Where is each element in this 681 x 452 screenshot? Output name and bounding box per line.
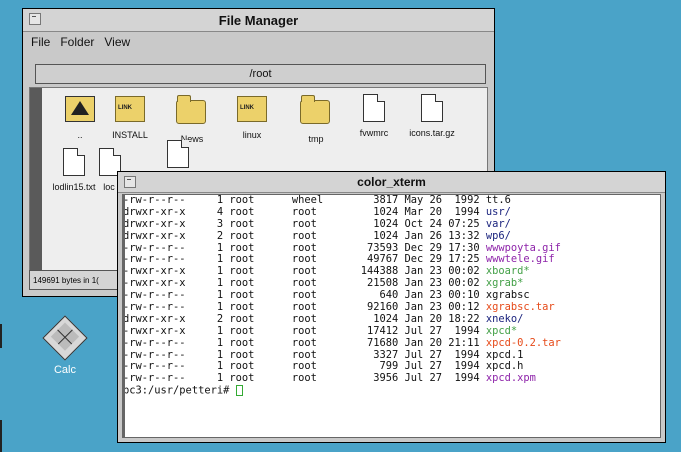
menu-view[interactable]: View [104,35,130,49]
file-info: -rw-r--r-- 1 root root 799 Jul 27 1994 [123,360,486,373]
shell-prompt: pc3:/usr/petteri# [123,384,236,397]
document-icon [421,94,443,122]
file-info: drwxr-xr-x 3 root root 1024 Oct 24 07:25 [123,217,486,230]
file-info: -rw-r--r-- 1 root root 71680 Jan 20 21:1… [123,336,486,349]
current-path: /root [249,68,272,80]
file-name: INSTALL [112,130,148,140]
xterm-titlebar[interactable]: color_xterm [118,172,665,193]
terminal-scrollbar[interactable] [123,195,125,437]
parent-folder-icon [65,96,95,122]
menu-file[interactable]: File [31,35,50,49]
terminal-output[interactable]: -rw-r--r-- 1 root wheel 3817 May 26 1992… [122,194,661,438]
file-item[interactable]: LINK INSTALL [100,94,160,140]
document-icon [363,94,385,122]
symlink-icon: LINK [115,96,145,122]
folder-icon [300,95,330,124]
file-info: -rw-r--r-- 1 root root 3327 Jul 27 1994 [123,348,486,361]
file-info: -rw-r--r-- 1 root root 92160 Jan 23 00:1… [123,301,486,314]
file-info: -rwxr-xr-x 1 root root 21508 Jan 23 00:0… [123,277,486,290]
file-name: .. [77,130,83,140]
listing-filename: xgrabsc.tar [485,301,555,314]
file-name: icons.tar.gz [409,128,455,138]
file-item[interactable]: LINK linux [222,94,282,140]
menu-folder[interactable]: Folder [60,35,94,49]
document-icon [63,148,85,176]
listing-filename: wp6/ [485,229,511,242]
listing-filename: xneko/ [485,312,524,325]
file-info: -rw-r--r-- 1 root root 3956 Jul 27 1994 [123,372,486,385]
file-info: -rw-r--r-- 1 root root 640 Jan 23 00:10 [123,289,486,302]
file-info: drwxr-xr-x 4 root root 1024 Mar 20 1994 [123,205,486,218]
file-info: -rwxr-xr-x 1 root root 17412 Jul 27 1994 [123,324,486,337]
listing-filename: var/ [485,217,511,230]
listing-filename: wwwtele.gif [485,253,555,266]
document-icon [167,140,189,168]
file-item[interactable]: tmp [286,94,346,144]
status-bar: 149691 bytes in 1( [29,270,129,290]
file-item[interactable]: fvwmrc [344,94,404,138]
file-name: lodlin15.txt [52,182,96,192]
screen-edge-mark [0,420,2,452]
calculator-icon [42,315,88,361]
file-item[interactable]: News [162,94,222,144]
listing-filename: xgrabsc [485,289,530,302]
file-item[interactable]: icons.tar.gz [402,94,462,138]
calc-label: Calc [53,364,76,376]
listing-filename: usr/ [485,205,511,218]
window-menu-icon[interactable] [29,13,41,25]
listing-filename: wwwpoyta.gif [485,241,561,254]
listing-filename: xboard* [485,265,530,278]
window-title: File Manager [218,12,299,28]
menu-bar: File Folder View [31,35,130,49]
listing-filename: xpcd.xpm [485,372,536,385]
vertical-scrollbar[interactable] [30,88,42,289]
file-info: -rw-r--r-- 1 root root 49767 Dec 29 17:2… [123,253,486,266]
listing-filename: xpcd.h [485,360,524,373]
screen-edge-mark [0,324,2,348]
xterm-window[interactable]: color_xterm -rw-r--r-- 1 root wheel 3817… [117,171,666,443]
shell-prompt-line[interactable]: pc3:/usr/petteri# [123,385,660,397]
symlink-icon: LINK [237,96,267,122]
path-bar[interactable]: /root [35,64,486,84]
listing-line: -rw-r--r-- 1 root root 3956 Jul 27 1994 … [123,372,660,385]
file-name: tmp [308,134,324,144]
file-name: fvwmrc [359,128,389,138]
file-name: loc [103,182,115,192]
file-info: -rw-r--r-- 1 root root 73593 Dec 29 17:3… [123,241,486,254]
listing-filename: xpcd.1 [485,348,524,361]
file-info: drwxr-xr-x 2 root root 1024 Jan 26 13:32 [123,229,486,242]
listing-filename: xpcd* [485,324,518,337]
listing-filename: xpcd-0.2.tar [485,336,561,349]
folder-icon [176,95,206,124]
file-manager-titlebar[interactable]: File Manager [23,9,494,32]
status-text: 149691 bytes in 1( [33,275,99,285]
file-name: linux [242,130,262,140]
file-info: -rw-r--r-- 1 root wheel 3817 May 26 1992 [123,194,486,206]
text-cursor [235,385,243,397]
file-info: drwxr-xr-x 2 root root 1024 Jan 20 18:22 [123,312,486,325]
file-info: -rwxr-xr-x 1 root root 144388 Jan 23 00:… [123,265,486,278]
listing: -rw-r--r-- 1 root wheel 3817 May 26 1992… [123,195,660,385]
listing-filename: xgrab* [485,277,524,290]
window-menu-icon[interactable] [124,176,136,188]
window-title: color_xterm [357,175,426,189]
file-item[interactable] [158,140,198,174]
calc-desktop-icon[interactable]: Calc [40,315,90,376]
listing-filename: tt.6 [485,194,511,206]
